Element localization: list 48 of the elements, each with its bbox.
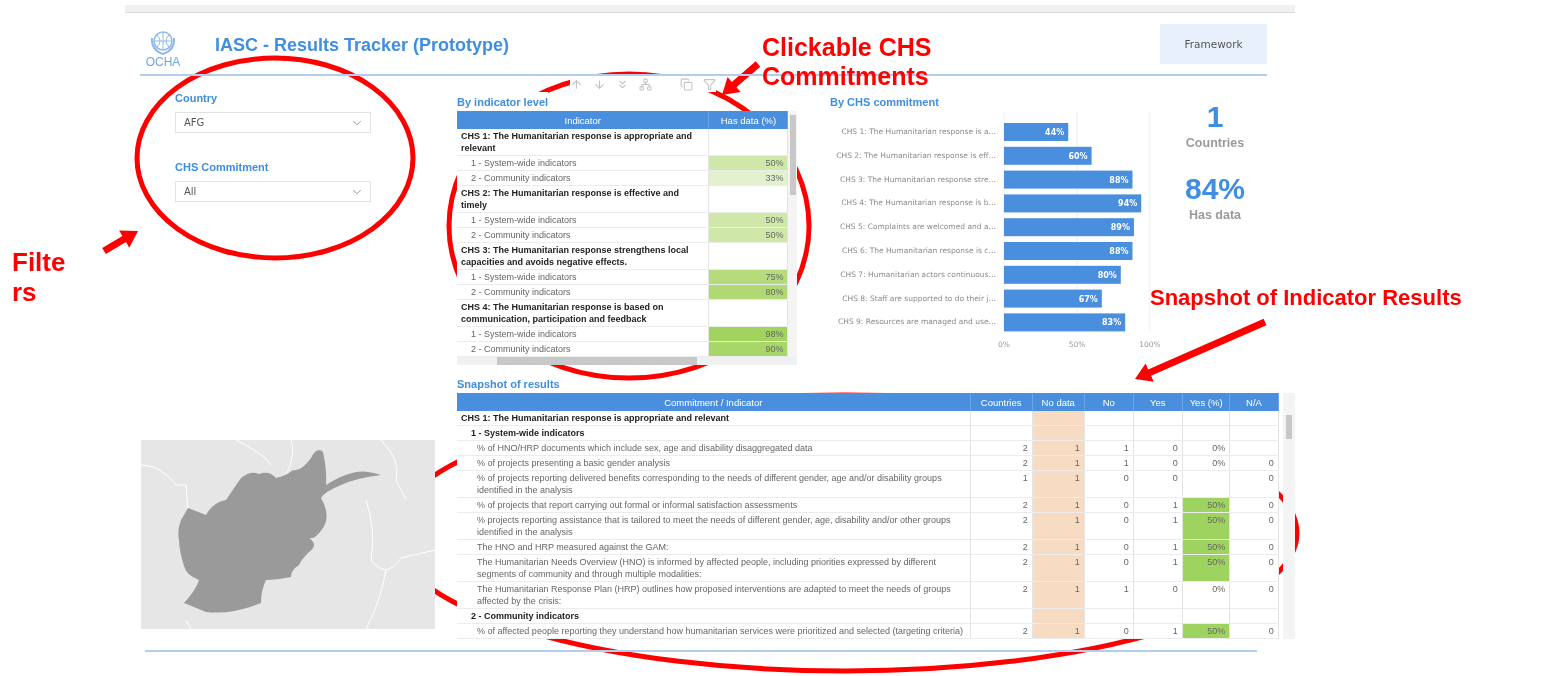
panel-title: By indicator level [457, 92, 549, 111]
value-label: 60% [1068, 151, 1088, 161]
value-label: 80% [1097, 270, 1117, 280]
bar[interactable] [1004, 146, 1092, 165]
annotation-text: Clickable CHS Commitments [762, 33, 933, 91]
filter-icon[interactable] [703, 77, 716, 91]
bar[interactable] [1004, 242, 1133, 260]
filter-dropdown[interactable]: AFG [175, 112, 371, 133]
bar[interactable] [1004, 313, 1126, 332]
logo-text: OCHA [145, 55, 181, 69]
bar[interactable] [1004, 123, 1069, 141]
bar[interactable] [1004, 265, 1121, 284]
filter-label: Country [175, 92, 218, 104]
bar[interactable] [1004, 170, 1133, 189]
filter-label: CHS Commitment [175, 161, 269, 173]
hierarchy-icon[interactable] [639, 77, 652, 91]
annotation-arrow [102, 230, 138, 254]
value-label: 67% [1078, 294, 1098, 304]
value-label: 44% [1045, 128, 1065, 137]
card-value: 84% [1184, 172, 1245, 206]
value-label: 88% [1109, 247, 1129, 256]
annotation-text: Filters [12, 248, 67, 308]
annotation-arrow [722, 61, 761, 95]
value-label: 83% [1102, 318, 1122, 328]
value-label: 88% [1109, 175, 1129, 185]
up-arrow-icon[interactable] [570, 77, 583, 91]
scrollbar[interactable] [788, 111, 797, 357]
down-arrow-icon[interactable] [593, 77, 606, 91]
copy-icon[interactable] [680, 77, 693, 91]
framework-button[interactable]: Framework [1160, 24, 1267, 64]
filter-dropdown[interactable]: All [175, 181, 371, 202]
bar[interactable] [1004, 218, 1134, 237]
table-cell[interactable]: CHS 1: The Humanitarian response is appropriate and relevant [457, 129, 709, 156]
value-label: 94% [1118, 199, 1138, 209]
dashboard-title: IASC - Results Tracker (Prototype) [215, 34, 510, 57]
table-cell[interactable]: CHS 3: The Humanitarian response strengthens local capacities and avoids negative effects. [457, 242, 709, 270]
card-label: Has data [1188, 208, 1242, 222]
annotation-text: Snapshot of Indicator Results [1150, 285, 1463, 311]
bar[interactable] [1004, 194, 1142, 213]
column-header[interactable]: Has data (%) [708, 111, 788, 129]
bar[interactable] [1004, 289, 1102, 308]
card-value: 1 [1206, 100, 1224, 134]
value-label: 89% [1110, 223, 1130, 233]
table-cell[interactable]: CHS 4: The Humanitarian response is based on communication, participation and feedback [457, 299, 709, 327]
card-label: Countries [1185, 136, 1245, 150]
table-cell[interactable]: CHS 2: The Humanitarian response is effective and timely [457, 185, 709, 213]
column-header[interactable]: Indicator [457, 111, 709, 129]
scrollbar[interactable] [457, 357, 797, 365]
